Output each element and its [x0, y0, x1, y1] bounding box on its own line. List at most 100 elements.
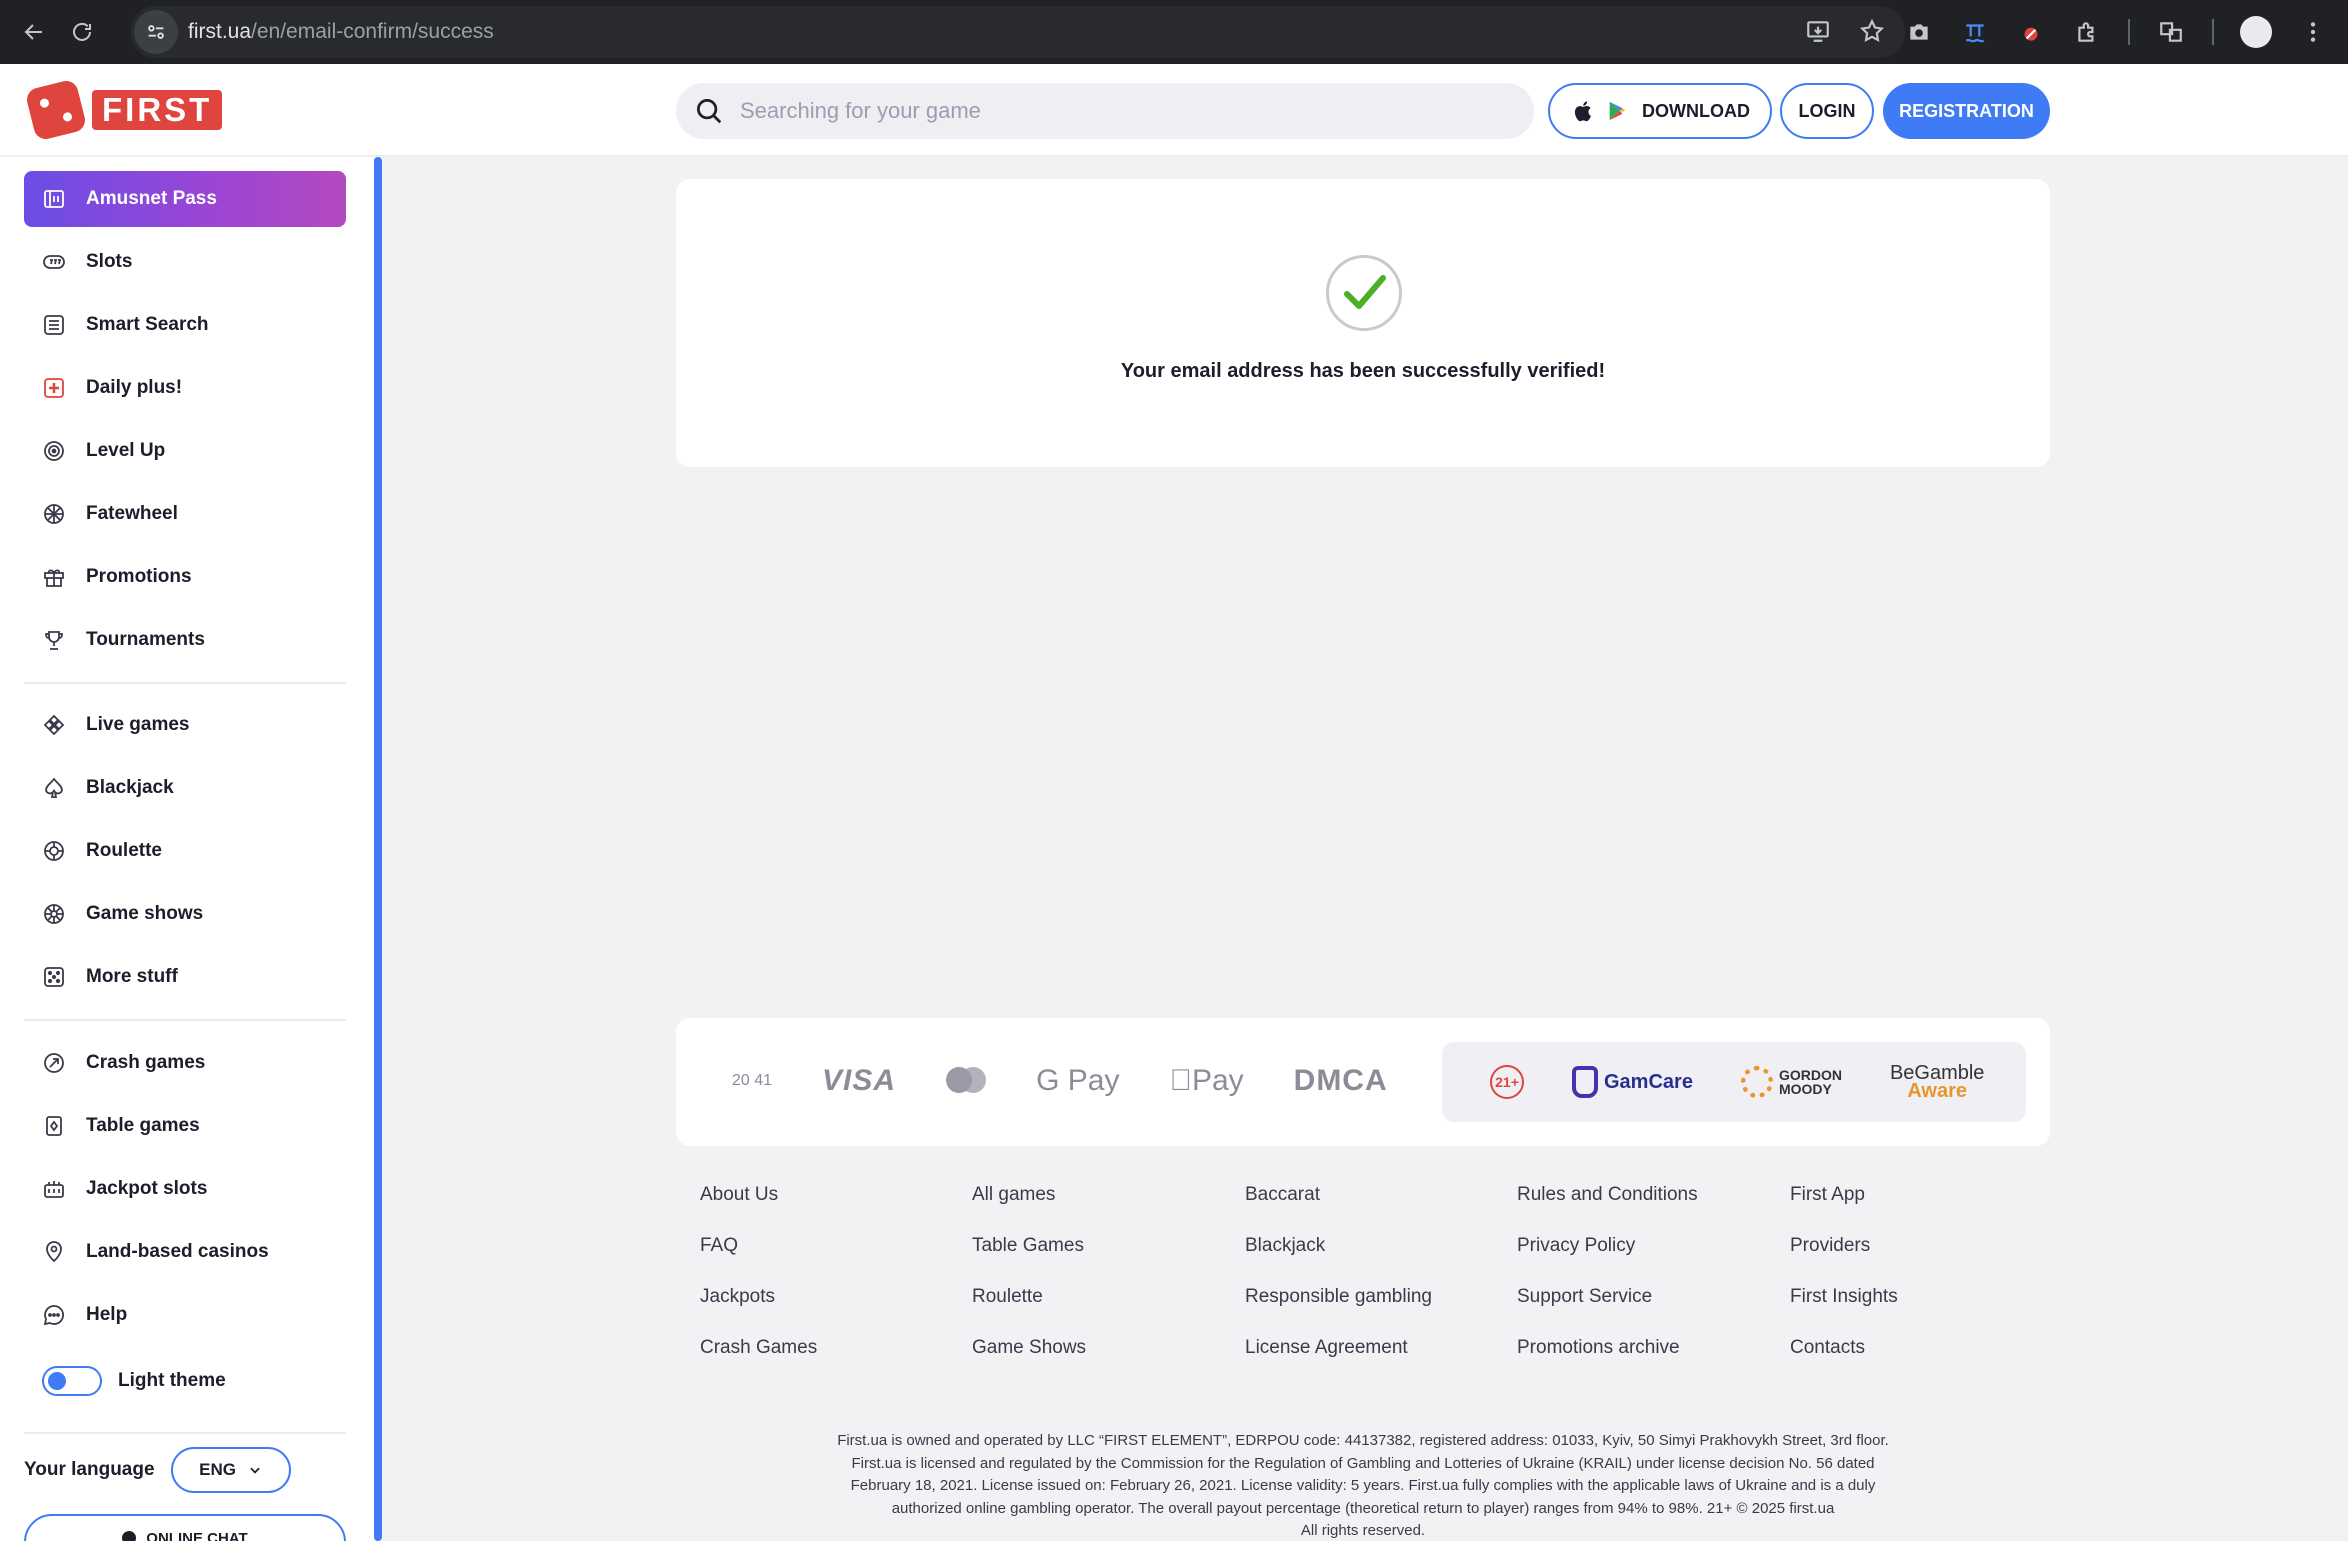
legal-text: First.ua is owned and operated by LLC “F…: [837, 1432, 1889, 1539]
jackpot-icon: [42, 1177, 66, 1201]
footer-link[interactable]: License Agreement: [1245, 1331, 1432, 1382]
gamcare-logo[interactable]: GamCare: [1572, 1066, 1693, 1098]
footer-link[interactable]: Crash Games: [700, 1331, 817, 1382]
back-icon[interactable]: [14, 12, 54, 52]
bookmark-star-icon[interactable]: [1859, 18, 1885, 49]
theme-label: Light theme: [118, 1370, 226, 1391]
language-select[interactable]: ENG: [170, 1447, 291, 1493]
diamonds-icon: [42, 713, 66, 737]
footer-link[interactable]: Providers: [1790, 1229, 1898, 1280]
footer-column: Baccarat Blackjack Responsible gambling …: [1245, 1178, 1432, 1382]
footer-link[interactable]: First Insights: [1790, 1280, 1898, 1331]
begambleaware-logo[interactable]: BeGamble Aware: [1890, 1063, 1985, 1101]
sidebar-item-roulette[interactable]: Roulette: [24, 823, 346, 879]
show-wheel-icon: [42, 902, 66, 926]
sidebar-item-game-shows[interactable]: Game shows: [24, 886, 346, 942]
spade-icon: [42, 776, 66, 800]
sidebar-item-blackjack[interactable]: Blackjack: [24, 760, 346, 816]
camera-extension-icon[interactable]: [1904, 17, 1934, 47]
first-logo[interactable]: FIRST: [24, 78, 223, 142]
footer-link[interactable]: Promotions archive: [1517, 1331, 1698, 1382]
sidebar-item-tournaments[interactable]: Tournaments: [24, 612, 346, 668]
theme-toggle[interactable]: [42, 1366, 102, 1396]
card-icon: [42, 1114, 66, 1138]
pass-icon: [42, 187, 66, 211]
footer-link[interactable]: Support Service: [1517, 1280, 1698, 1331]
logo-2041: 20 41: [732, 1072, 773, 1089]
sidebar-item-slots[interactable]: Slots: [24, 234, 346, 290]
sidebar-item-land-based-casinos[interactable]: Land-based casinos: [24, 1224, 346, 1280]
dice-logo-icon: [24, 78, 88, 142]
gift-icon: [42, 565, 66, 589]
footer-link[interactable]: FAQ: [700, 1229, 817, 1280]
sidebar-scrollbar[interactable]: [374, 157, 382, 1541]
blocker-extension-icon[interactable]: [2016, 17, 2046, 47]
sidebar-item-more-stuff[interactable]: More stuff: [24, 949, 346, 1005]
dmca-logo: DMCA: [1271, 1064, 1387, 1097]
age-21-badge[interactable]: 21+: [1490, 1065, 1524, 1099]
sidebar-item-table-games[interactable]: Table games: [24, 1098, 346, 1154]
site-header: FIRST DOWNLOAD LOGIN REGISTRATION: [0, 64, 2348, 156]
footer-link[interactable]: First App: [1790, 1178, 1898, 1229]
sidebar-item-help[interactable]: Help: [24, 1287, 346, 1343]
footer-link[interactable]: Responsible gambling: [1245, 1280, 1432, 1331]
pin-icon: [42, 1240, 66, 1264]
footer-link[interactable]: About Us: [700, 1178, 817, 1229]
chat-icon: [42, 1303, 66, 1327]
dice-icon: [42, 965, 66, 989]
profile-avatar[interactable]: [2240, 16, 2272, 48]
language-label: Your language: [24, 1459, 155, 1480]
footer-link[interactable]: Privacy Policy: [1517, 1229, 1698, 1280]
registration-button[interactable]: REGISTRATION: [1883, 83, 2050, 139]
responsible-gambling-logos: 21+ GamCare GORDON MOODY BeGamble Aware: [1442, 1042, 2026, 1122]
reload-icon[interactable]: [62, 12, 102, 52]
sidebar-item-amusnet-pass[interactable]: Amusnet Pass: [24, 171, 346, 227]
sidebar-item-daily-plus[interactable]: Daily plus!: [24, 360, 346, 416]
visa-logo: VISA: [822, 1064, 897, 1097]
sidebar-divider: [24, 1432, 346, 1434]
sidebar-item-jackpot-slots[interactable]: Jackpot slots: [24, 1161, 346, 1217]
list-icon: [42, 313, 66, 337]
menu-dots-icon[interactable]: [2298, 17, 2328, 47]
apple-pay-logo: Pay: [1169, 1064, 1243, 1097]
footer-link[interactable]: Blackjack: [1245, 1229, 1432, 1280]
online-chat-button[interactable]: ONLINE CHAT: [24, 1514, 346, 1541]
sidebar-divider: [24, 682, 346, 684]
sidebar-item-level-up[interactable]: Level Up: [24, 423, 346, 479]
trophy-icon: [42, 628, 66, 652]
extension-icon[interactable]: [1960, 17, 1990, 47]
site-info-icon[interactable]: [134, 10, 178, 54]
search-input[interactable]: [740, 98, 1500, 124]
chat-dot-icon: [122, 1531, 137, 1541]
sidebar-item-fatewheel[interactable]: Fatewheel: [24, 486, 346, 542]
address-bar[interactable]: first.ua/en/email-confirm/success: [130, 6, 1905, 58]
footer-link[interactable]: Jackpots: [700, 1280, 817, 1331]
sidebar-item-smart-search[interactable]: Smart Search: [24, 297, 346, 353]
theme-toggle-row: Light theme: [42, 1366, 226, 1396]
install-app-icon[interactable]: [1805, 18, 1831, 49]
footer-link[interactable]: Table Games: [972, 1229, 1086, 1280]
gordon-moody-logo[interactable]: GORDON MOODY: [1740, 1066, 1842, 1098]
footer-link[interactable]: All games: [972, 1178, 1086, 1229]
game-search[interactable]: [676, 83, 1534, 139]
sidebar-item-live-games[interactable]: Live games: [24, 697, 346, 753]
login-button[interactable]: LOGIN: [1780, 83, 1874, 139]
plus-box-icon: [42, 376, 66, 400]
footer-link[interactable]: Baccarat: [1245, 1178, 1432, 1229]
puzzle-icon[interactable]: [2072, 17, 2102, 47]
download-button[interactable]: DOWNLOAD: [1548, 83, 1772, 139]
sidebar-item-crash-games[interactable]: Crash games: [24, 1035, 346, 1091]
footer-link[interactable]: Contacts: [1790, 1331, 1898, 1382]
target-icon: [42, 439, 66, 463]
search-icon: [697, 99, 722, 124]
translate-icon[interactable]: [2156, 17, 2186, 47]
footer-link[interactable]: Roulette: [972, 1280, 1086, 1331]
footer-link[interactable]: Game Shows: [972, 1331, 1086, 1382]
sidebar-item-promotions[interactable]: Promotions: [24, 549, 346, 605]
footer-column: About Us FAQ Jackpots Crash Games: [700, 1178, 817, 1382]
payment-logos-bar: 20 41 VISA G Pay Pay DMCA 21+ GamCare G…: [676, 1018, 2050, 1146]
roulette-icon: [42, 839, 66, 863]
url-text: first.ua/en/email-confirm/success: [188, 20, 494, 43]
footer-link[interactable]: Rules and Conditions: [1517, 1178, 1698, 1229]
slot-icon: [42, 250, 66, 274]
